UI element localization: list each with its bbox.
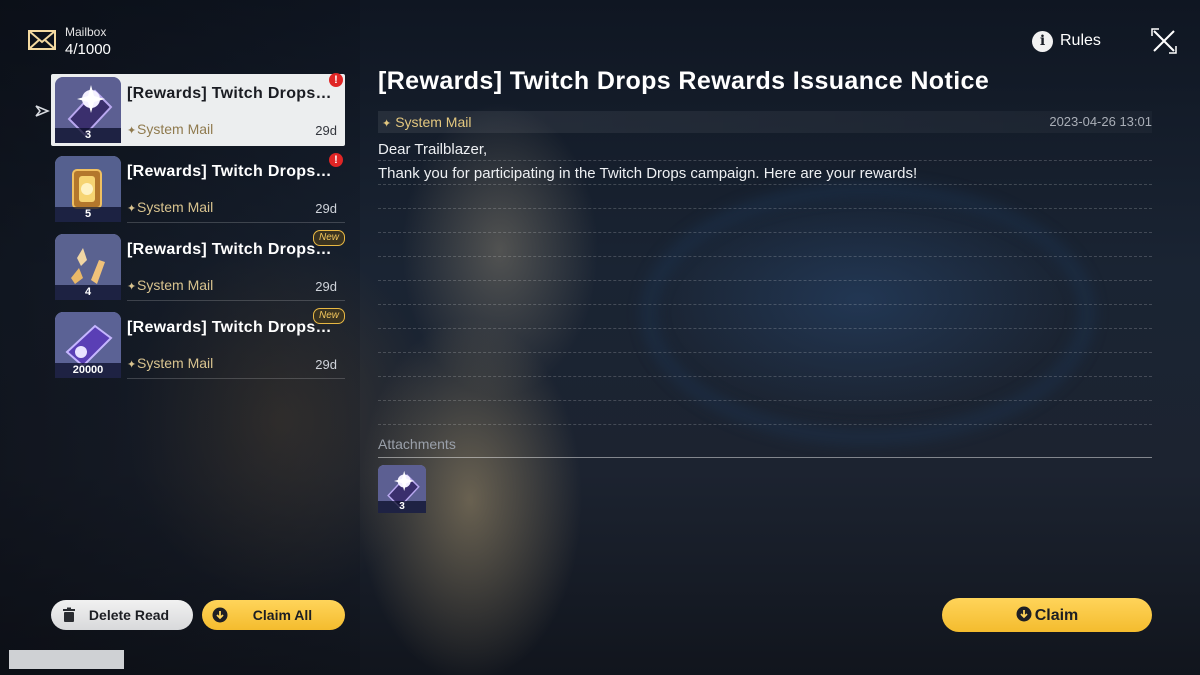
- item-quantity: 20000: [55, 363, 121, 378]
- attachments-divider: [378, 457, 1152, 458]
- close-icon[interactable]: [1150, 27, 1178, 55]
- claim-label: Claim: [1034, 607, 1079, 624]
- mailbox-title: Mailbox: [65, 25, 107, 39]
- body-rule: [378, 256, 1152, 257]
- list-divider: [127, 378, 345, 379]
- pin-icon: ✦: [127, 281, 137, 293]
- body-rule: [378, 160, 1152, 161]
- download-icon: [1016, 606, 1032, 622]
- mail-age: 29d: [315, 279, 337, 294]
- mail-sender: ✦System Mail: [127, 121, 213, 137]
- mail-sender: ✦System Mail: [127, 277, 213, 293]
- mail-subject: [Rewards] Twitch Drops…: [127, 241, 332, 258]
- item-quantity: 3: [55, 128, 121, 143]
- mail-sender-label: System Mail: [137, 121, 214, 137]
- attachment-item[interactable]: 3: [378, 465, 426, 513]
- claim-all-label: Claim All: [252, 607, 313, 623]
- claim-button[interactable]: Claim: [942, 598, 1152, 632]
- mail-age: 29d: [315, 357, 337, 372]
- lantern-item-icon: 5: [55, 156, 121, 222]
- mailbox-count: 4/1000: [65, 41, 111, 58]
- mail-subject: [Rewards] Twitch Drops…: [127, 85, 332, 102]
- mail-subject: [Rewards] Twitch Drops…: [127, 319, 332, 336]
- detail-sender: ✦ System Mail: [382, 114, 471, 130]
- rules-label: Rules: [1060, 32, 1101, 49]
- body-rule: [378, 304, 1152, 305]
- mail-sender: ✦System Mail: [127, 199, 213, 215]
- envelope-icon: [28, 30, 56, 50]
- mail-sender-label: System Mail: [137, 277, 214, 293]
- pin-icon: ✦: [127, 203, 137, 215]
- pin-icon: ✦: [127, 359, 137, 371]
- mail-list-item[interactable]: 5 [Rewards] Twitch Drops… ✦System Mail 2…: [55, 153, 345, 223]
- attachments-label: Attachments: [378, 436, 456, 452]
- item-quantity: 4: [55, 285, 121, 300]
- body-rule: [378, 376, 1152, 377]
- info-icon: i: [1032, 31, 1053, 52]
- crystal-shards-icon: 4: [55, 234, 121, 300]
- body-rule: [378, 280, 1152, 281]
- mail-age: 29d: [315, 201, 337, 216]
- mail-sender-label: System Mail: [137, 199, 214, 215]
- body-rule: [378, 424, 1152, 425]
- body-rule: [378, 352, 1152, 353]
- claim-all-button[interactable]: Claim All: [202, 600, 345, 630]
- body-rule: [378, 328, 1152, 329]
- mail-detail-meta: ✦ System Mail 2023-04-26 13:01: [378, 111, 1152, 133]
- unread-alert-icon: !: [329, 153, 343, 167]
- mail-list-item[interactable]: 4 [Rewards] Twitch Drops… ✦System Mail 2…: [55, 230, 345, 301]
- mail-subject: [Rewards] Twitch Drops…: [127, 163, 332, 180]
- mail-sender: ✦System Mail: [127, 355, 213, 371]
- new-badge: New: [312, 230, 345, 246]
- relic-card-icon: 3: [55, 77, 121, 143]
- mail-sender-label: System Mail: [137, 355, 214, 371]
- claim-content: Claim: [942, 606, 1152, 625]
- detail-sender-label: System Mail: [395, 114, 472, 130]
- selection-pointer-icon: [35, 105, 50, 117]
- delete-read-button[interactable]: Delete Read: [51, 600, 193, 630]
- body-rule: [378, 400, 1152, 401]
- mail-detail-title: [Rewards] Twitch Drops Rewards Issuance …: [378, 67, 990, 95]
- redacted-box: [9, 650, 124, 669]
- list-divider: [127, 300, 345, 301]
- delete-read-label: Delete Read: [88, 607, 170, 623]
- mail-list-item[interactable]: 20000 [Rewards] Twitch Drops… ✦System Ma…: [55, 308, 345, 379]
- body-rule: [378, 184, 1152, 185]
- mail-age: 29d: [315, 123, 337, 138]
- pin-icon: ✦: [382, 118, 392, 130]
- pin-icon: ✦: [127, 125, 137, 137]
- item-quantity: 5: [55, 207, 121, 222]
- list-divider: [127, 222, 345, 223]
- background-ring: [640, 180, 1096, 446]
- body-rule: [378, 208, 1152, 209]
- new-badge: New: [312, 308, 345, 324]
- unread-alert-icon: !: [329, 73, 343, 87]
- mail-body-line: Thank you for participating in the Twitc…: [378, 165, 918, 182]
- mail-list-item[interactable]: 3 [Rewards] Twitch Drops… ✦System Mail 2…: [51, 73, 345, 146]
- mail-body-line: Dear Trailblazer,: [378, 141, 488, 158]
- credit-card-icon: 20000: [55, 312, 121, 378]
- attachment-quantity: 3: [378, 501, 426, 513]
- detail-date: 2023-04-26 13:01: [1049, 114, 1152, 129]
- body-rule: [378, 232, 1152, 233]
